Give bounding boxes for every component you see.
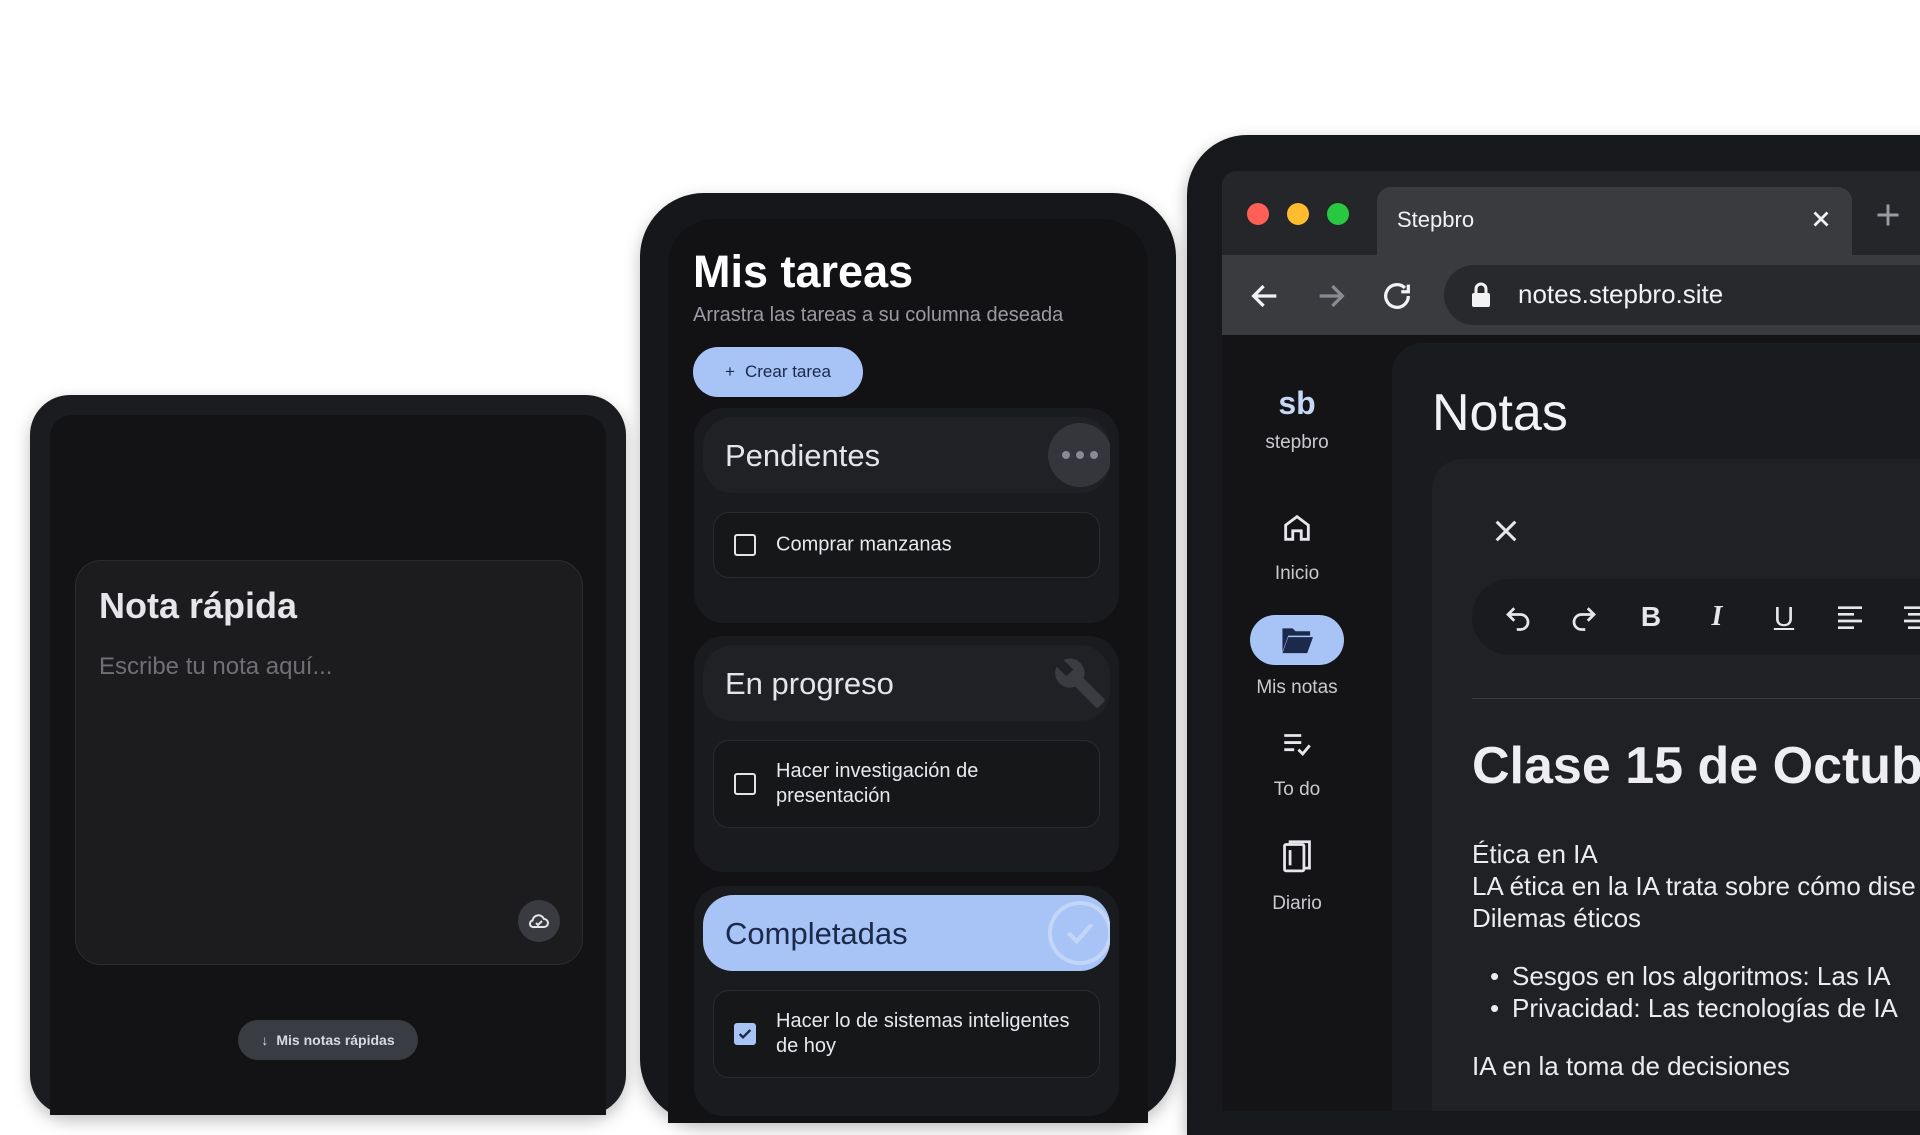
task-checkbox[interactable]	[734, 773, 756, 795]
home-icon	[1284, 514, 1310, 541]
create-task-label: Crear tarea	[744, 362, 831, 381]
brand-logo: sb	[1278, 385, 1316, 421]
note-heading[interactable]: Clase 15 de Octubr	[1472, 736, 1920, 796]
new-tab-icon[interactable]	[1874, 201, 1902, 234]
arrow-down-icon: ↓	[261, 1032, 269, 1048]
active-indicator	[1250, 615, 1344, 665]
note-line[interactable]: Ética en IA	[1472, 839, 1598, 870]
lock-icon	[1470, 282, 1492, 313]
column-label: Completadas	[725, 916, 908, 951]
task-checkbox-checked[interactable]	[734, 1023, 756, 1045]
url-text: notes.stepbro.site	[1518, 279, 1724, 309]
cloud-icon	[528, 914, 549, 929]
task-text: Hacer investigación de presentación	[776, 760, 979, 807]
note-line[interactable]: Dilemas éticos	[1472, 903, 1641, 934]
note-line[interactable]: IA en la toma de decisiones	[1472, 1051, 1790, 1082]
sidebar-item-mis-notas[interactable]: Mis notas	[1222, 615, 1372, 699]
tab-title: Stepbro	[1397, 207, 1475, 232]
cloud-save-button[interactable]	[518, 900, 560, 942]
task-card[interactable]: Hacer investigación de presentación	[713, 740, 1100, 828]
redo-icon[interactable]	[1568, 601, 1600, 633]
task-card[interactable]: Hacer lo de sistemas inteligentes de hoy	[713, 990, 1100, 1078]
create-task-button[interactable]: + Crear tarea	[693, 347, 863, 397]
reload-icon[interactable]	[1380, 279, 1414, 318]
column-completed[interactable]: Completadas Hacer lo de sistemas intelig…	[694, 886, 1119, 1116]
plus-icon: +	[725, 362, 735, 381]
note-line[interactable]: LA ética en la IA trata sobre cómo dise	[1472, 871, 1916, 902]
task-card[interactable]: Comprar manzanas	[713, 512, 1100, 578]
sidebar-item-diario[interactable]: Diario	[1222, 839, 1372, 915]
brand[interactable]: sb stepbro	[1222, 385, 1372, 454]
wrench-icon	[1048, 651, 1110, 715]
tab-close-icon[interactable]	[1808, 206, 1834, 237]
journal-icon	[1283, 840, 1311, 873]
quick-note-input[interactable]: Escribe tu nota aquí...	[99, 653, 332, 681]
tasks-page-title: Mis tareas	[693, 246, 914, 297]
align-left-icon[interactable]	[1834, 601, 1866, 633]
align-center-icon[interactable]	[1900, 601, 1920, 633]
page-title: Notas	[1432, 384, 1568, 442]
note-list-item[interactable]: Privacidad: Las tecnologías de IA	[1490, 993, 1898, 1024]
browser-window: Stepbro notes.stepbro.site sb stepbro In…	[1222, 171, 1920, 1111]
window-maximize-button[interactable]	[1327, 203, 1349, 225]
checklist-icon	[1284, 734, 1311, 757]
check-circle-icon	[1048, 901, 1110, 965]
column-label: Pendientes	[725, 438, 881, 473]
brand-name: stepbro	[1265, 432, 1329, 453]
folder-open-icon	[1282, 628, 1313, 654]
my-quick-notes-label: Mis notas rápidas	[276, 1032, 395, 1048]
column-header-in-progress: En progreso	[703, 645, 1110, 721]
sidebar-item-label: Inicio	[1274, 563, 1320, 584]
bold-icon[interactable]: B	[1635, 601, 1667, 633]
browser-tab[interactable]: Stepbro	[1377, 187, 1852, 255]
column-header-completed: Completadas	[703, 895, 1110, 971]
tasks-subtitle: Arrastra las tareas a su columna deseada	[693, 304, 1064, 326]
sidebar-item-inicio[interactable]: Inicio	[1222, 511, 1372, 585]
column-pending[interactable]: Pendientes Comprar manzanas	[694, 408, 1119, 623]
column-header-pending: Pendientes	[703, 417, 1110, 493]
undo-icon[interactable]	[1502, 601, 1534, 633]
close-editor-icon[interactable]	[1490, 515, 1522, 552]
sidebar-item-label: Diario	[1272, 893, 1322, 914]
task-text: Comprar manzanas	[776, 533, 952, 556]
window-close-button[interactable]	[1247, 203, 1269, 225]
task-checkbox[interactable]	[734, 534, 756, 556]
window-minimize-button[interactable]	[1287, 203, 1309, 225]
more-icon[interactable]	[1048, 423, 1110, 487]
sidebar-item-label: Mis notas	[1256, 677, 1338, 698]
sidebar-item-label: To do	[1273, 779, 1321, 800]
back-icon[interactable]	[1248, 279, 1282, 318]
tab-bar: Stepbro	[1222, 171, 1920, 255]
task-text: Hacer lo de sistemas inteligentes de hoy	[776, 1010, 1070, 1057]
column-label: En progreso	[725, 666, 894, 701]
quick-note-title: Nota rápida	[99, 585, 298, 626]
sidebar-item-todo[interactable]: To do	[1222, 727, 1372, 801]
my-quick-notes-button[interactable]: ↓ Mis notas rápidas	[238, 1020, 418, 1060]
editor-divider	[1472, 698, 1920, 699]
italic-icon[interactable]: I	[1701, 601, 1733, 633]
forward-icon[interactable]	[1314, 279, 1348, 318]
underline-icon[interactable]: U	[1768, 601, 1800, 633]
column-in-progress[interactable]: En progreso Hacer investigación de prese…	[694, 636, 1119, 872]
note-list-item[interactable]: Sesgos en los algoritmos: Las IA	[1490, 961, 1891, 992]
